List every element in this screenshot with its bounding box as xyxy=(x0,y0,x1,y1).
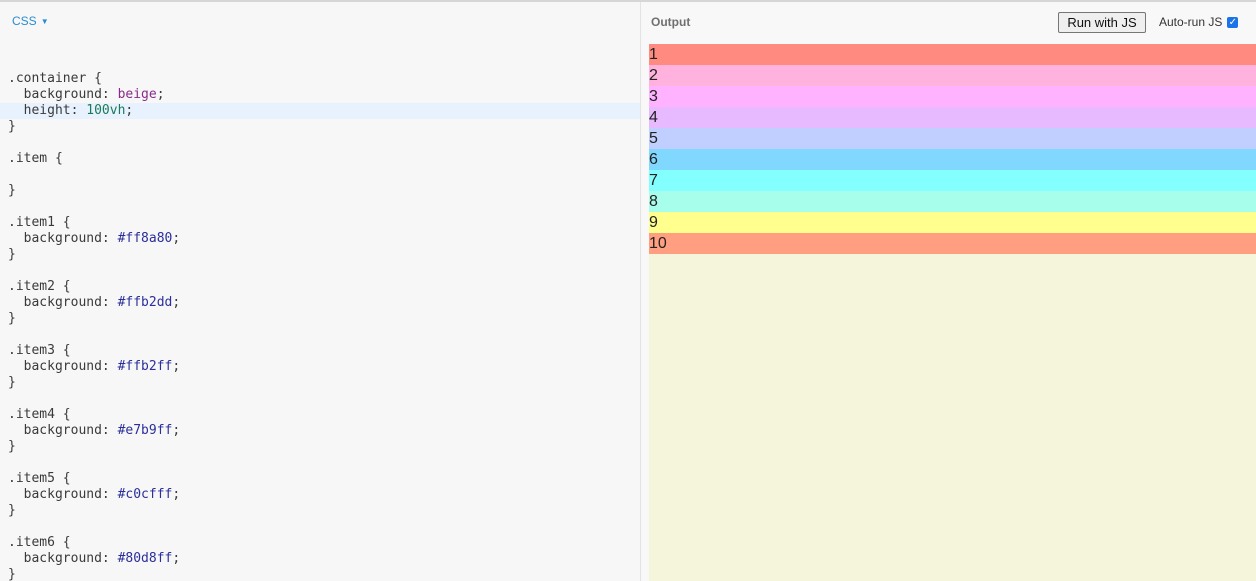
code-line: background: #ff8a80; xyxy=(0,231,640,247)
output-item-6: 6 xyxy=(649,149,1256,170)
code-line: } xyxy=(0,375,640,391)
code-line: .item6 { xyxy=(0,535,640,551)
code-line: background: #e7b9ff; xyxy=(0,423,640,439)
code-token: background: xyxy=(8,231,118,246)
code-line: height: 100vh; xyxy=(0,103,640,119)
code-token: } xyxy=(8,439,16,454)
run-with-js-button[interactable]: Run with JS xyxy=(1058,12,1146,33)
output-item-8: 8 xyxy=(649,191,1256,212)
code-line: background: #80d8ff; xyxy=(0,551,640,567)
code-token: .item5 { xyxy=(8,471,71,486)
code-token: ; xyxy=(172,295,181,310)
code-token: 100 xyxy=(86,103,110,118)
code-token: .item3 { xyxy=(8,343,71,358)
code-line: .item3 { xyxy=(0,343,640,359)
code-token: .item1 { xyxy=(8,215,71,230)
code-token: #ffb2ff xyxy=(117,359,173,374)
output-pane: Output Run with JS Auto-run JS ✓ 1234567… xyxy=(641,2,1256,581)
code-token: } xyxy=(8,311,16,326)
code-token: background: xyxy=(8,551,118,566)
code-line: background: beige; xyxy=(0,87,640,103)
code-line: } xyxy=(0,439,640,455)
code-line: background: #ffb2ff; xyxy=(0,359,640,375)
code-token: ; xyxy=(172,551,181,566)
code-line: } xyxy=(0,503,640,519)
code-token: ; xyxy=(172,487,181,502)
code-line: .container { xyxy=(0,71,640,87)
output-item-7: 7 xyxy=(649,170,1256,191)
code-line: .item { xyxy=(0,151,640,167)
code-token: #ffb2dd xyxy=(117,295,173,310)
code-token: background: xyxy=(8,295,118,310)
code-token: ; xyxy=(125,103,134,118)
code-token: beige xyxy=(117,87,157,102)
code-line: } xyxy=(0,119,640,135)
output-item-1: 1 xyxy=(649,44,1256,65)
code-token: ; xyxy=(172,423,181,438)
code-token: } xyxy=(8,183,16,198)
output-item-10: 10 xyxy=(649,233,1256,254)
code-token: ; xyxy=(156,87,165,102)
code-token: } xyxy=(8,503,16,518)
code-token: background: xyxy=(8,359,118,374)
code-token: ; xyxy=(172,359,181,374)
code-token: background: xyxy=(8,487,118,502)
code-token: background: xyxy=(8,423,118,438)
code-token: } xyxy=(8,567,16,581)
code-token: .item4 { xyxy=(8,407,71,422)
output-item-5: 5 xyxy=(649,128,1256,149)
code-line: .item2 { xyxy=(0,279,640,295)
code-token: #c0cfff xyxy=(117,487,173,502)
code-line: .item1 { xyxy=(0,215,640,231)
code-token: } xyxy=(8,247,16,262)
auto-run-label: Auto-run JS xyxy=(1159,15,1223,29)
language-label: CSS xyxy=(12,14,37,28)
code-line: } xyxy=(0,311,640,327)
output-preview-frame: 1 2 3 4 5 6 7 8 9 10 xyxy=(649,44,1256,581)
css-editor-pane: CSS ▼ .container { background: beige; he… xyxy=(0,2,641,581)
output-item-4: 4 xyxy=(649,107,1256,128)
auto-run-checkbox[interactable]: ✓ xyxy=(1227,16,1239,28)
code-line: background: #c0cfff; xyxy=(0,487,640,503)
code-token: vh xyxy=(109,103,126,118)
code-token: .item2 { xyxy=(8,279,71,294)
code-token: height: xyxy=(8,103,87,118)
code-token: .item6 { xyxy=(8,535,71,550)
code-line: } xyxy=(0,567,640,581)
code-token: #e7b9ff xyxy=(117,423,173,438)
code-token: background: xyxy=(8,87,118,102)
code-token: } xyxy=(8,375,16,390)
output-title: Output xyxy=(651,15,691,29)
code-token: .item { xyxy=(8,151,63,166)
code-token: } xyxy=(8,119,16,134)
output-item-9: 9 xyxy=(649,212,1256,233)
code-line: .item5 { xyxy=(0,471,640,487)
code-line: } xyxy=(0,183,640,199)
code-line: background: #ffb2dd; xyxy=(0,295,640,311)
chevron-down-icon: ▼ xyxy=(40,16,49,26)
code-token: #80d8ff xyxy=(117,551,173,566)
auto-run-toggle[interactable]: Auto-run JS ✓ xyxy=(1159,15,1239,29)
code-token: #ff8a80 xyxy=(117,231,173,246)
code-editor[interactable]: .container { background: beige; height: … xyxy=(0,55,640,581)
output-item-2: 2 xyxy=(649,65,1256,86)
code-line: } xyxy=(0,247,640,263)
code-token: ; xyxy=(172,231,181,246)
code-line: .item4 { xyxy=(0,407,640,423)
language-selector[interactable]: CSS ▼ xyxy=(12,14,49,28)
output-item-3: 3 xyxy=(649,86,1256,107)
code-token: .container { xyxy=(8,71,102,86)
